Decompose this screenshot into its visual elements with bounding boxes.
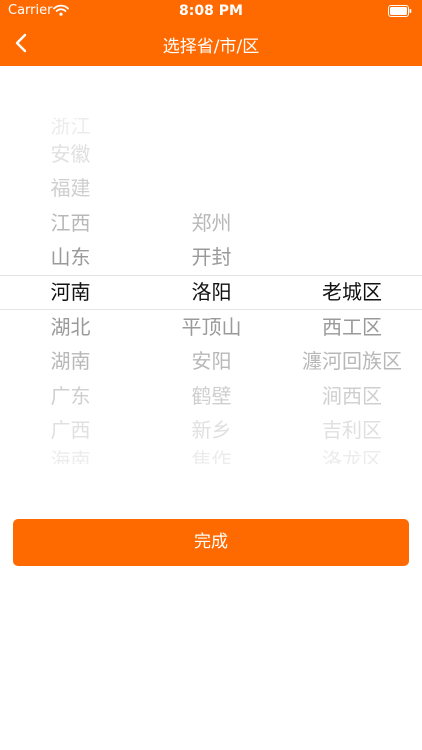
city-option[interactable]: 开封 (141, 240, 282, 274)
province-column[interactable]: 浙江 安徽 福建 江西 山东 河南 湖北 湖南 广东 广西 海南 (0, 118, 141, 464)
city-column[interactable]: 郑州 开封 洛阳 平顶山 安阳 鹤壁 新乡 焦作 (141, 118, 282, 464)
province-option[interactable]: 广西 (0, 413, 141, 447)
district-option[interactable]: 涧西区 (282, 379, 422, 413)
region-picker[interactable]: 浙江 安徽 福建 江西 山东 河南 湖北 湖南 广东 广西 海南 郑州 开封 洛… (0, 118, 422, 464)
city-option[interactable]: 焦作 (141, 443, 282, 464)
district-column[interactable]: 老城区 西工区 瀍河回族区 涧西区 吉利区 洛龙区 (282, 118, 422, 464)
city-option[interactable]: 平顶山 (141, 310, 282, 344)
district-option[interactable]: 洛龙区 (282, 443, 422, 464)
province-option[interactable]: 安徽 (0, 137, 141, 171)
city-option[interactable]: 安阳 (141, 344, 282, 378)
city-option[interactable]: 郑州 (141, 206, 282, 240)
done-button[interactable]: 完成 (13, 519, 409, 566)
status-time: 8:08 PM (179, 3, 243, 19)
province-option[interactable]: 山东 (0, 240, 141, 274)
province-option[interactable]: 湖南 (0, 344, 141, 378)
district-option[interactable]: 西工区 (282, 310, 422, 344)
city-option-selected[interactable]: 洛阳 (141, 275, 282, 309)
navigation-bar: Carrier 8:08 PM 选择省/市/区 (0, 0, 422, 66)
district-option[interactable]: 吉利区 (282, 413, 422, 447)
province-option-selected[interactable]: 河南 (0, 275, 141, 309)
status-bar: Carrier 8:08 PM (0, 0, 422, 22)
province-option[interactable]: 福建 (0, 171, 141, 205)
province-option[interactable]: 广东 (0, 379, 141, 413)
district-option-selected[interactable]: 老城区 (282, 275, 422, 309)
province-option[interactable]: 湖北 (0, 310, 141, 344)
page-title: 选择省/市/区 (162, 37, 260, 57)
province-option[interactable]: 海南 (0, 443, 141, 464)
city-option[interactable]: 新乡 (141, 413, 282, 447)
battery-icon (388, 5, 412, 17)
city-option[interactable]: 鹤壁 (141, 379, 282, 413)
province-option[interactable]: 江西 (0, 206, 141, 240)
district-option[interactable]: 瀍河回族区 (282, 344, 422, 378)
